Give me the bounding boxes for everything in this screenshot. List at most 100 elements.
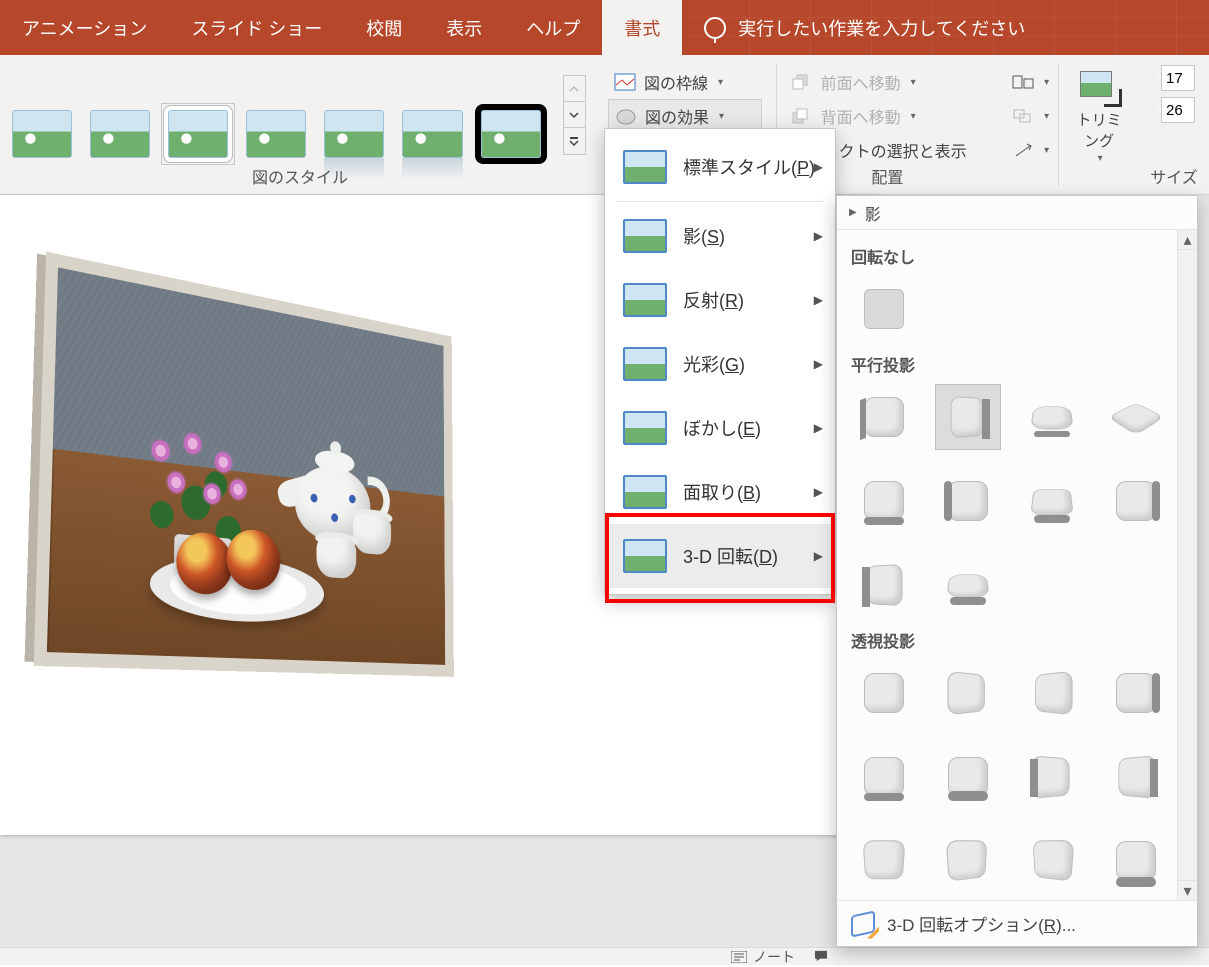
ribbon-tab-bar: アニメーション スライド ショー 校閲 表示 ヘルプ 書式 実行したい作業を入力… [0, 0, 1209, 55]
send-backward-icon [791, 107, 813, 125]
tab-format[interactable]: 書式 [602, 0, 682, 55]
rot-par-10[interactable] [935, 552, 1001, 618]
height-input[interactable] [1161, 65, 1195, 91]
width-icon [1153, 101, 1155, 119]
group-label-picture-styles: 図のスタイル [0, 164, 600, 188]
rot-par-2[interactable] [935, 384, 1001, 450]
rotation-heading-perspective: 透視投影 [851, 628, 1197, 652]
softedges-icon [623, 411, 667, 445]
notes-icon [731, 951, 747, 963]
width-input-row [1153, 97, 1195, 123]
rotation-scrollbar[interactable]: ▴ ▾ [1177, 230, 1197, 900]
status-bar: ノート [0, 947, 1209, 965]
scroll-down-icon[interactable]: ▾ [1178, 880, 1197, 900]
preset-icon [623, 150, 667, 184]
group-button[interactable]: ▾ [1012, 99, 1044, 133]
rot-par-9[interactable] [851, 552, 917, 618]
rotate-button[interactable]: ▾ [1012, 133, 1044, 167]
decorative-circuit [689, 0, 1209, 55]
rot-par-4[interactable] [1103, 384, 1169, 450]
rot-per-5[interactable] [851, 744, 917, 810]
picture-styles-gallery: 図のスタイル [0, 55, 600, 194]
rot-per-10[interactable] [935, 828, 1001, 894]
notes-button[interactable]: ノート [731, 947, 795, 967]
fx-shadow[interactable]: 影(S) ▶ [605, 204, 835, 268]
style-tile-4[interactable] [246, 110, 306, 158]
fx-reflection[interactable]: 反射(R) ▶ [605, 268, 835, 332]
rot-per-4[interactable] [1103, 660, 1169, 726]
glow-icon [623, 347, 667, 381]
rot-per-9[interactable] [851, 828, 917, 894]
style-tile-5[interactable] [324, 110, 384, 158]
align-icon [1012, 73, 1034, 91]
rotation-options-button[interactable]: 3-D 回転オプション(R)... [837, 900, 1197, 946]
height-icon [1153, 69, 1155, 87]
rot-per-11[interactable] [1019, 828, 1085, 894]
bring-forward-icon [791, 73, 813, 91]
fx-bevel[interactable]: 面取り(B) ▶ [605, 460, 835, 524]
style-tile-6[interactable] [402, 110, 462, 158]
border-icon [614, 73, 636, 91]
rotate-icon [1012, 141, 1034, 159]
size-group: サイズ [1139, 55, 1209, 194]
style-tile-1[interactable] [12, 110, 72, 158]
tab-view[interactable]: 表示 [424, 0, 504, 55]
style-tile-2[interactable] [90, 110, 150, 158]
rot-per-1[interactable] [851, 660, 917, 726]
rot-par-3[interactable] [1019, 384, 1085, 450]
rotation-icon [623, 539, 667, 573]
rot-per-3[interactable] [1019, 660, 1085, 726]
height-input-row [1153, 65, 1195, 91]
tab-slideshow[interactable]: スライド ショー [169, 0, 344, 55]
rot-per-8[interactable] [1103, 744, 1169, 810]
tab-help[interactable]: ヘルプ [504, 0, 602, 55]
rotation-heading-parallel: 平行投影 [851, 352, 1197, 376]
rot-per-12[interactable] [1103, 828, 1169, 894]
bring-forward-button[interactable]: 前面へ移動▾ [791, 65, 985, 99]
chevron-right-icon: ▶ [814, 160, 823, 174]
rotation-gallery-panel: ▶ 影 回転なし 平行投影 透視投影 [836, 195, 1198, 947]
lightbulb-icon [704, 17, 726, 39]
fx-glow[interactable]: 光彩(G) ▶ [605, 332, 835, 396]
rotation-heading-none: 回転なし [851, 244, 1197, 268]
gallery-scroll-down[interactable] [564, 102, 585, 128]
crop-icon [1076, 67, 1122, 107]
tab-review[interactable]: 校閲 [344, 0, 424, 55]
tab-animation[interactable]: アニメーション [0, 0, 169, 55]
rot-per-7[interactable] [1019, 744, 1085, 810]
style-tile-3[interactable] [168, 110, 228, 158]
bevel-icon [623, 475, 667, 509]
fx-softedges[interactable]: ぼかし(E) ▶ [605, 396, 835, 460]
fx-preset[interactable]: 標準スタイル(P) ▶ [605, 135, 835, 199]
rot-par-1[interactable] [851, 384, 917, 450]
rot-par-8[interactable] [1103, 468, 1169, 534]
crop-group: トリミング ▾ [1059, 55, 1139, 194]
rot-par-5[interactable] [851, 468, 917, 534]
gallery-scroll [563, 75, 586, 155]
effects-icon [615, 107, 637, 125]
gallery-scroll-up[interactable] [564, 76, 585, 102]
picture-border-button[interactable]: 図の枠線▾ [614, 65, 762, 99]
scroll-up-icon[interactable]: ▴ [1178, 230, 1197, 250]
rotation-options-icon [851, 913, 875, 935]
group-label-size: サイズ [1139, 164, 1209, 188]
shadow-icon [623, 219, 667, 253]
rotation-breadcrumb[interactable]: ▶ 影 [837, 196, 1197, 230]
rot-par-6[interactable] [935, 468, 1001, 534]
comments-icon [813, 950, 829, 962]
fx-3d-rotation[interactable]: 3-D 回転(D) ▶ [605, 524, 835, 588]
picture-effects-menu: 標準スタイル(P) ▶ 影(S) ▶ 反射(R) ▶ 光彩(G) ▶ ぼかし(E… [604, 128, 836, 595]
rot-per-6[interactable] [935, 744, 1001, 810]
align-button[interactable]: ▾ [1012, 65, 1044, 99]
comments-button[interactable] [813, 949, 829, 965]
reflection-icon [623, 283, 667, 317]
chevron-right-icon: ▶ [849, 207, 857, 218]
gallery-expand[interactable] [564, 128, 585, 154]
arrange-group-right: ▾ ▾ ▾ [998, 55, 1058, 194]
crop-button[interactable]: トリミング ▾ [1073, 67, 1125, 164]
width-input[interactable] [1161, 97, 1195, 123]
style-tile-7[interactable] [481, 110, 541, 158]
rot-none[interactable] [851, 276, 917, 342]
rot-per-2[interactable] [935, 660, 1001, 726]
rot-par-7[interactable] [1019, 468, 1085, 534]
